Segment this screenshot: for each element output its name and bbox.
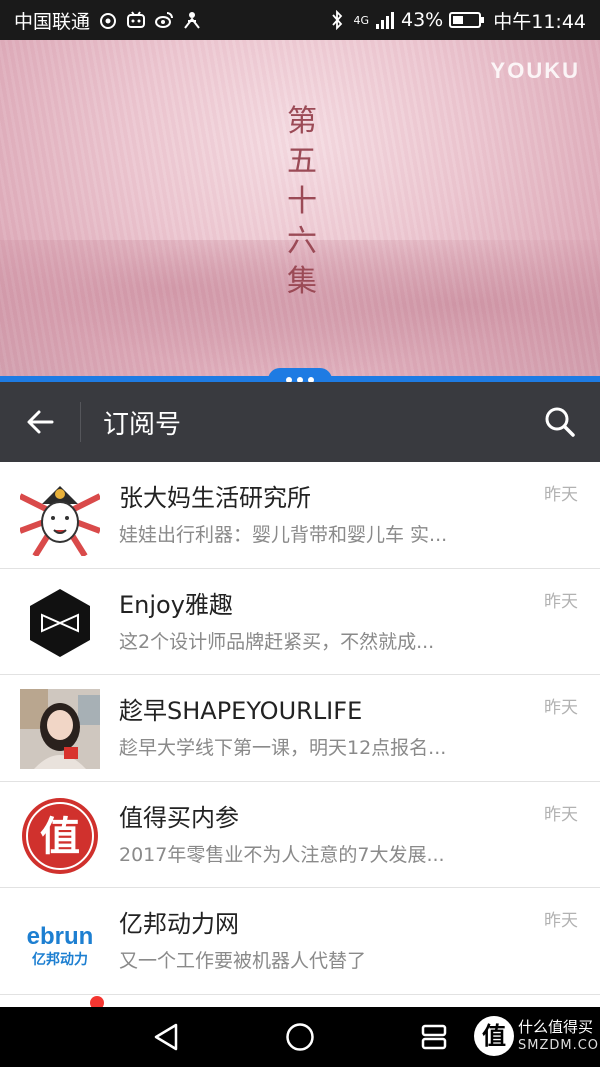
subscription-time: 昨天 [544,591,578,612]
subscription-name: Enjoy雅趣 [119,590,233,619]
carrier-label: 中国联通 [14,10,91,33]
app-toolbar: 订阅号 [0,382,600,462]
watermark-url: SMZDM.COM [518,1038,600,1053]
subscription-name: 张大妈生活研究所 [119,484,311,512]
circle-home-icon [286,1023,314,1051]
back-button[interactable] [0,382,80,462]
watermark-badge: 值 [474,1016,514,1056]
nav-back-button[interactable] [150,1021,182,1053]
subscription-name: 值得买内参 [119,803,239,832]
bluetooth-icon [327,9,347,31]
subscription-preview: 这2个设计师品牌赶紧买，不然就成... [119,630,435,653]
zhi-avatar: 值 [20,796,100,876]
zhi-glyph: 值 [40,814,80,860]
clock: 中午11:44 [493,10,586,33]
nav-home-button[interactable] [284,1021,316,1053]
photo-avatar [20,689,100,769]
network-label: 4G [353,13,369,27]
status-bar: 中国联通 4G 43% 中午11:44 [0,0,600,40]
subscription-time: 昨天 [544,485,578,505]
youku-logo: YOUKU [490,58,580,83]
episode-title: 第 五 十 六 集 [287,104,317,299]
subscription-name: 趁早SHAPEYOURLIFE [119,697,363,725]
toolbar-divider [80,402,81,442]
arrow-left-icon [27,410,54,434]
subscription-list: 张大妈生活研究所 娃娃出行利器：婴儿背带和婴儿车 实... 昨天 Enjoy雅趣… [0,462,600,1007]
list-item[interactable]: 趁早SHAPEYOURLIFE 趁早大学线下第一课，明天12点报名... 昨天 [0,675,600,782]
watermark-name: 什么值得买 [518,1018,594,1036]
subscription-time: 昨天 [544,911,578,931]
subscription-name: 亿邦动力网 [119,910,239,938]
subscription-time: 昨天 [544,804,578,825]
list-item[interactable]: ebrun 亿邦动力 亿邦动力网 又一个工作要被机器人代替了 昨天 [0,888,600,995]
smzdm-watermark: 值 什么值得买 SMZDM.COM [472,1012,600,1062]
ebrun-avatar: ebrun 亿邦动力 [20,902,100,982]
video-player[interactable]: 第 五 十 六 集 YOUKU [0,40,600,378]
enjoy-avatar [20,582,100,663]
unread-badge [90,996,104,1007]
subscription-preview: 娃娃出行利器：婴儿背带和婴儿车 实... [119,524,448,546]
list-item[interactable]: 张大妈生活研究所 娃娃出行利器：婴儿背带和婴儿车 实... 昨天 [0,462,600,569]
list-item[interactable]: 值 值得买内参 2017年零售业不为人注意的7大发展... 昨天 [0,782,600,888]
list-item[interactable]: Enjoy雅趣 这2个设计师品牌赶紧买，不然就成... 昨天 [0,569,600,675]
subscription-preview: 又一个工作要被机器人代替了 [119,950,367,972]
triangle-back-icon [154,1023,178,1051]
ebrun-chinese-name: 亿邦动力 [32,951,88,968]
search-button[interactable] [520,382,600,462]
bilibili-icon [126,10,146,30]
ebrun-wordmark: ebrun [27,923,94,950]
subscription-preview: 趁早大学线下第一课，明天12点报名... [119,737,447,759]
app-icon [182,10,202,30]
zhangdama-avatar [20,476,100,556]
signal-icon [375,10,395,30]
subscription-preview: 2017年零售业不为人注意的7大发展... [119,843,445,866]
page-title: 订阅号 [103,409,182,440]
nav-recents-button[interactable] [418,1021,450,1053]
subscription-time: 昨天 [544,698,578,718]
battery-percent: 43% [401,9,444,31]
recents-icon [421,1024,447,1050]
search-icon [545,407,575,437]
weibo-icon [154,10,174,30]
weibo-icon [98,10,118,30]
battery-icon [449,12,485,28]
